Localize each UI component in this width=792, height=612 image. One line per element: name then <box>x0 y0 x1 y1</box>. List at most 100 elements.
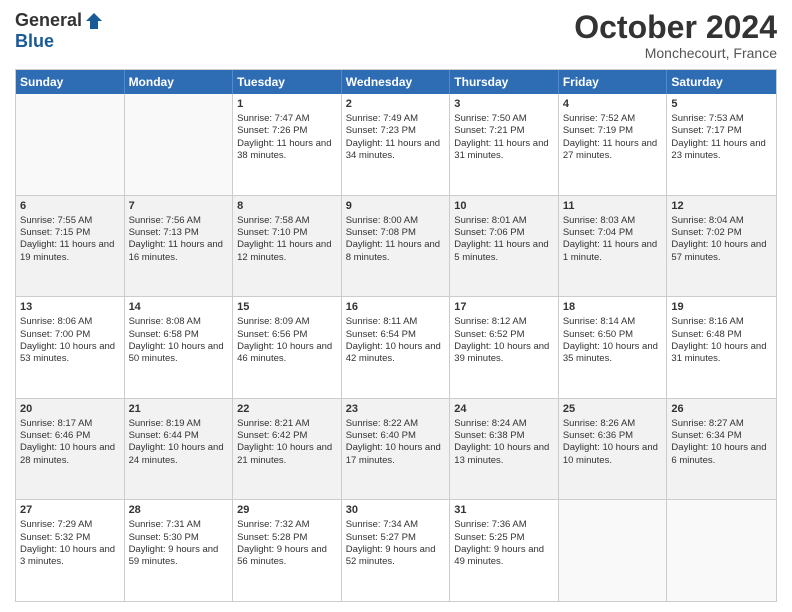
daylight-text: Daylight: 11 hours and 1 minute. <box>563 239 657 262</box>
sunrise-text: Sunrise: 8:11 AM <box>346 316 418 327</box>
sunrise-text: Sunrise: 7:50 AM <box>454 113 526 124</box>
sunset-text: Sunset: 6:58 PM <box>129 329 199 340</box>
day-cell-27: 27Sunrise: 7:29 AMSunset: 5:32 PMDayligh… <box>16 500 125 601</box>
sunrise-text: Sunrise: 8:24 AM <box>454 418 526 429</box>
cell-info: Sunrise: 8:08 AM Sunset: 6:58 PMDaylight:… <box>129 316 229 365</box>
calendar-row-0: 1Sunrise: 7:47 AMSunset: 7:26 PMDaylight… <box>16 94 776 195</box>
sunset-text: Sunset: 6:48 PM <box>671 329 741 340</box>
sunrise-text: Sunrise: 8:09 AM <box>237 316 309 327</box>
daylight-text: Daylight: 10 hours and 31 minutes. <box>671 341 766 364</box>
sunrise-text: Sunrise: 8:04 AM <box>671 215 743 226</box>
day-number: 5 <box>671 97 772 112</box>
cell-info: Sunrise: 7:49 AMSunset: 7:23 PMDaylight:… <box>346 113 446 162</box>
empty-cell-4-6 <box>667 500 776 601</box>
sunrise-text: Sunrise: 7:49 AM <box>346 113 418 124</box>
sunset-text: Sunset: 7:10 PM <box>237 227 307 238</box>
sunset-text: Sunset: 7:17 PM <box>671 125 741 136</box>
cell-info: Sunrise: 7:58 AMSunset: 7:10 PMDaylight:… <box>237 215 337 264</box>
day-cell-9: 9Sunrise: 8:00 AMSunset: 7:08 PMDaylight… <box>342 196 451 297</box>
cell-info: Sunrise: 7:47 AMSunset: 7:26 PMDaylight:… <box>237 113 337 162</box>
cell-info: Sunrise: 8:09 AMSunset: 6:56 PMDaylight:… <box>237 316 337 365</box>
sunset-text: Sunset: 6:34 PM <box>671 430 741 441</box>
day-number: 29 <box>237 503 337 518</box>
day-number: 8 <box>237 199 337 214</box>
day-cell-30: 30Sunrise: 7:34 AMSunset: 5:27 PMDayligh… <box>342 500 451 601</box>
cell-info: Sunrise: 7:53 AMSunset: 7:17 PMDaylight:… <box>671 113 772 162</box>
daylight-text: Daylight: 10 hours and 39 minutes. <box>454 341 549 364</box>
day-number: 27 <box>20 503 120 518</box>
header-day-monday: Monday <box>125 70 234 94</box>
sunrise-text: Sunrise: 7:55 AM <box>20 215 92 226</box>
sunrise-text: Sunrise: 8:08 AM <box>129 316 201 327</box>
cell-info: Sunrise: 7:29 AMSunset: 5:32 PMDaylight:… <box>20 519 120 568</box>
day-number: 19 <box>671 300 772 315</box>
sunset-text: Sunset: 5:32 PM <box>20 532 90 543</box>
cell-info: Sunrise: 7:34 AMSunset: 5:27 PMDaylight:… <box>346 519 446 568</box>
logo-blue-text: Blue <box>15 31 54 52</box>
daylight-text: Daylight: 10 hours and 24 minutes. <box>129 442 224 465</box>
daylight-text: Daylight: 10 hours and 28 minutes. <box>20 442 115 465</box>
day-cell-17: 17Sunrise: 8:12 AMSunset: 6:52 PMDayligh… <box>450 297 559 398</box>
day-number: 21 <box>129 402 229 417</box>
day-cell-21: 21Sunrise: 8:19 AMSunset: 6:44 PMDayligh… <box>125 399 234 500</box>
cell-info: Sunrise: 8:11 AMSunset: 6:54 PMDaylight:… <box>346 316 446 365</box>
header-day-sunday: Sunday <box>16 70 125 94</box>
daylight-text: Daylight: 10 hours and 57 minutes. <box>671 239 766 262</box>
sunset-text: Sunset: 7:04 PM <box>563 227 633 238</box>
cell-info: Sunrise: 8:00 AMSunset: 7:08 PMDaylight:… <box>346 215 446 264</box>
day-number: 10 <box>454 199 554 214</box>
sunrise-text: Sunrise: 8:16 AM <box>671 316 743 327</box>
cell-info: Sunrise: 8:04 AMSunset: 7:02 PMDaylight:… <box>671 215 772 264</box>
day-number: 16 <box>346 300 446 315</box>
cell-info: Sunrise: 8:26 AMSunset: 6:36 PMDaylight:… <box>563 418 663 467</box>
daylight-text: Daylight: 10 hours and 46 minutes. <box>237 341 332 364</box>
daylight-text: Daylight: 11 hours and 23 minutes. <box>671 138 765 161</box>
day-cell-11: 11Sunrise: 8:03 AMSunset: 7:04 PMDayligh… <box>559 196 668 297</box>
sunset-text: Sunset: 5:28 PM <box>237 532 307 543</box>
cell-info: Sunrise: 8:27 AMSunset: 6:34 PMDaylight:… <box>671 418 772 467</box>
day-number: 24 <box>454 402 554 417</box>
sunrise-text: Sunrise: 8:03 AM <box>563 215 635 226</box>
sunset-text: Sunset: 7:06 PM <box>454 227 524 238</box>
daylight-text: Daylight: 10 hours and 50 minutes. <box>129 341 224 364</box>
sunrise-text: Sunrise: 7:32 AM <box>237 519 309 530</box>
cell-info: Sunrise: 7:50 AMSunset: 7:21 PMDaylight:… <box>454 113 554 162</box>
daylight-text: Daylight: 10 hours and 6 minutes. <box>671 442 766 465</box>
cell-info: Sunrise: 8:19 AMSunset: 6:44 PMDaylight:… <box>129 418 229 467</box>
location: Monchecourt, France <box>574 45 777 61</box>
logo-text: General <box>15 10 104 31</box>
sunrise-text: Sunrise: 7:36 AM <box>454 519 526 530</box>
day-cell-18: 18Sunrise: 8:14 AMSunset: 6:50 PMDayligh… <box>559 297 668 398</box>
header-day-saturday: Saturday <box>667 70 776 94</box>
day-cell-7: 7Sunrise: 7:56 AMSunset: 7:13 PMDaylight… <box>125 196 234 297</box>
day-cell-16: 16Sunrise: 8:11 AMSunset: 6:54 PMDayligh… <box>342 297 451 398</box>
day-number: 1 <box>237 97 337 112</box>
day-number: 6 <box>20 199 120 214</box>
day-number: 13 <box>20 300 120 315</box>
logo-icon <box>84 11 104 31</box>
sunset-text: Sunset: 6:52 PM <box>454 329 524 340</box>
cell-info: Sunrise: 7:31 AMSunset: 5:30 PMDaylight:… <box>129 519 229 568</box>
day-cell-22: 22Sunrise: 8:21 AMSunset: 6:42 PMDayligh… <box>233 399 342 500</box>
sunset-text: Sunset: 7:26 PM <box>237 125 307 136</box>
daylight-text: Daylight: 11 hours and 34 minutes. <box>346 138 440 161</box>
sunset-text: Sunset: 6:42 PM <box>237 430 307 441</box>
calendar-row-2: 13Sunrise: 8:06 AMSunset: 7:00 PMDayligh… <box>16 296 776 398</box>
cell-info: Sunrise: 7:55 AMSunset: 7:15 PMDaylight:… <box>20 215 120 264</box>
calendar-row-4: 27Sunrise: 7:29 AMSunset: 5:32 PMDayligh… <box>16 499 776 601</box>
sunrise-text: Sunrise: 8:21 AM <box>237 418 309 429</box>
empty-cell-0-1 <box>125 94 234 195</box>
day-cell-1: 1Sunrise: 7:47 AMSunset: 7:26 PMDaylight… <box>233 94 342 195</box>
sunset-text: Sunset: 6:38 PM <box>454 430 524 441</box>
day-cell-2: 2Sunrise: 7:49 AMSunset: 7:23 PMDaylight… <box>342 94 451 195</box>
sunrise-text: Sunrise: 7:47 AM <box>237 113 309 124</box>
day-cell-10: 10Sunrise: 8:01 AMSunset: 7:06 PMDayligh… <box>450 196 559 297</box>
sunset-text: Sunset: 5:30 PM <box>129 532 199 543</box>
sunset-text: Sunset: 7:19 PM <box>563 125 633 136</box>
header-day-thursday: Thursday <box>450 70 559 94</box>
header-day-friday: Friday <box>559 70 668 94</box>
empty-cell-0-0 <box>16 94 125 195</box>
sunset-text: Sunset: 7:15 PM <box>20 227 90 238</box>
sunrise-text: Sunrise: 8:00 AM <box>346 215 418 226</box>
day-cell-24: 24Sunrise: 8:24 AMSunset: 6:38 PMDayligh… <box>450 399 559 500</box>
